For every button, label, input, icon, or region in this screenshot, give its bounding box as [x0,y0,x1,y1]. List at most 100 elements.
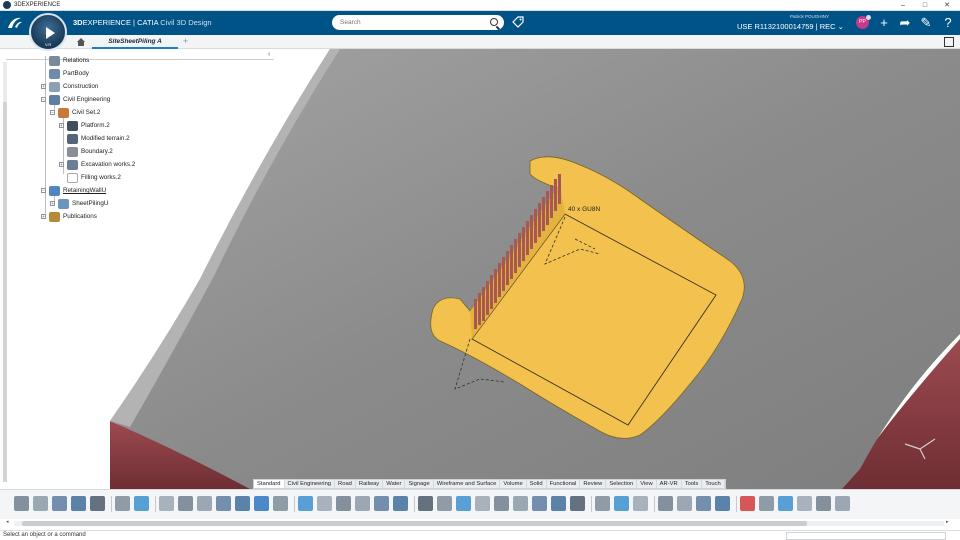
tree-node-filling-works[interactable]: Filling works.2 [67,172,121,183]
zoom-icon[interactable] [90,496,105,511]
add-icon[interactable]: + [877,16,891,30]
tag-icon[interactable] [512,16,524,28]
scroll-right-icon[interactable]: ▸ [946,519,949,525]
measure-icon[interactable] [336,496,351,511]
collaborative-space-selector[interactable]: USE R1132100014759 | REC ⌄ [737,22,844,31]
split-icon[interactable] [835,496,850,511]
minimize-button[interactable]: – [892,0,914,11]
section-tab[interactable]: Railway [356,480,384,488]
compass-widget[interactable]: V.R [29,13,67,51]
tree-node-modified-terrain[interactable]: Modified terrain.2 [67,133,130,144]
tree-scrollbar[interactable] [3,62,7,482]
box-icon[interactable] [614,496,629,511]
grid-icon[interactable] [456,496,471,511]
star-icon[interactable] [254,496,269,511]
section-tab[interactable]: Functional [547,480,581,488]
expand-icon[interactable]: + [59,162,64,167]
section-tab[interactable]: Signage [405,480,434,488]
tree-node-partbody[interactable]: PartBody [49,68,89,79]
maximize-button[interactable]: □ [914,0,936,11]
tree-node-retaining-wall[interactable]: − RetainingWallU [41,185,106,196]
section-tab[interactable]: Water [383,480,406,488]
tree-icon[interactable] [298,496,313,511]
section-tab[interactable]: Touch [702,480,725,488]
cylinder-icon[interactable] [551,496,566,511]
sketch-icon[interactable] [437,496,452,511]
section-tab[interactable]: Solid [527,480,547,488]
tab-sitesheetpiling[interactable]: SiteSheetPiling A [92,35,178,49]
tree-node-sheet-piling[interactable]: + SheetPilingU [50,198,108,209]
tree-node-publications[interactable]: + Publications [41,211,97,222]
paste-icon[interactable] [52,496,67,511]
formula-icon[interactable] [418,496,433,511]
search-input[interactable] [340,17,480,28]
section-tab[interactable]: Volume [500,480,527,488]
tree-node-relations[interactable]: Relations [49,55,89,66]
section-tab[interactable]: View [637,480,657,488]
section-tab[interactable]: AR-VR [657,480,682,488]
link-icon[interactable] [374,496,389,511]
tree-node-construction[interactable]: + Construction [41,81,98,92]
print-icon[interactable] [494,496,509,511]
refresh-icon[interactable] [134,496,149,511]
expand-icon[interactable]: + [41,214,46,219]
scan-icon[interactable] [532,496,547,511]
expand-icon[interactable]: + [41,84,46,89]
tree-node-boundary[interactable]: Boundary.2 [67,146,113,157]
frame-icon[interactable] [677,496,692,511]
section-tab[interactable]: Review [580,480,607,488]
collapse-icon[interactable]: − [41,97,46,102]
tree-node-excavation-works[interactable]: + Excavation works.2 [59,159,135,170]
section-tab[interactable]: Wireframe and Surface [434,480,501,488]
fullscreen-icon[interactable] [944,37,954,47]
search-icon[interactable] [490,18,498,26]
section-tab[interactable]: Selection [606,480,638,488]
pen-icon[interactable] [633,496,648,511]
cut-icon[interactable] [14,496,29,511]
tag-icon[interactable] [475,496,490,511]
check-icon[interactable] [513,496,528,511]
tree-scroll-thumb[interactable] [3,102,7,482]
collapse-tree-button[interactable]: ‹ [268,51,270,58]
expand-icon[interactable]: + [50,201,55,206]
close-button[interactable]: ✕ [936,0,958,11]
copy-icon[interactable] [33,496,48,511]
section-tab[interactable]: Standard [254,480,285,488]
ds-logo-icon[interactable] [6,15,24,31]
collapse-icon[interactable]: − [41,188,46,193]
move-icon[interactable] [595,496,610,511]
filter-icon[interactable] [696,496,711,511]
color-icon[interactable] [740,496,755,511]
tree-node-civil-engineering[interactable]: − Civil Engineering [41,94,110,105]
sphere-icon[interactable] [355,496,370,511]
render-icon[interactable] [759,496,774,511]
gear-icon[interactable] [317,496,332,511]
tree-node-platform[interactable]: + Platform.2 [59,120,110,131]
section-tab[interactable]: Civil Engineering [285,480,336,488]
avatar[interactable]: PP [856,15,871,29]
section-tab[interactable]: Road [335,480,356,488]
undo-icon[interactable] [71,496,86,511]
tape-icon[interactable] [715,496,730,511]
table-icon[interactable] [197,496,212,511]
tools-icon[interactable]: ✎ [919,16,933,30]
list-icon[interactable] [273,496,288,511]
help-icon[interactable]: ? [941,16,955,30]
share-icon[interactable]: ➦ [898,16,912,30]
scroll-left-icon[interactable]: ◂ [6,519,9,525]
tree-node-civil-set[interactable]: − Civil Set.2 [50,107,100,118]
expand-icon[interactable]: + [59,123,64,128]
window-icon[interactable] [816,496,831,511]
select-icon[interactable] [178,496,193,511]
command-input[interactable] [786,532,946,540]
action-bar-scrollbar[interactable]: ◂ ▸ [6,519,949,526]
assembly-icon[interactable] [778,496,793,511]
tool-icon[interactable] [159,496,174,511]
catalog-icon[interactable] [216,496,231,511]
section-tab[interactable]: Tools [682,480,703,488]
action-bar-scroll-thumb[interactable] [22,521,807,526]
structure-icon[interactable] [393,496,408,511]
layout-icon[interactable] [797,496,812,511]
cube-icon[interactable] [658,496,673,511]
collapse-icon[interactable]: − [50,110,55,115]
